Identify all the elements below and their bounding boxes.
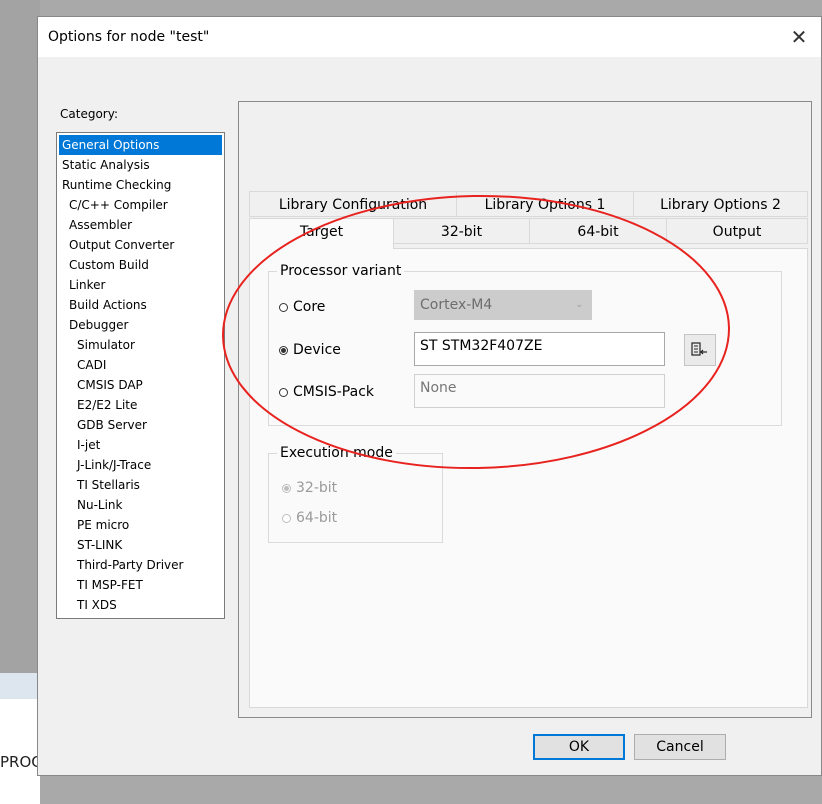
- tab-library-options-1[interactable]: Library Options 1: [456, 191, 634, 217]
- device-select-icon: [691, 342, 707, 356]
- target-tab-page: Processor variant Core Cortex-M4 ⌄ Devic…: [249, 248, 808, 708]
- core-radio[interactable]: Core: [279, 299, 325, 315]
- core-radio-label: Core: [293, 299, 326, 315]
- background-area: [0, 699, 40, 804]
- cmsis-pack-radio-label: CMSIS-Pack: [293, 384, 375, 400]
- background-strip: [0, 673, 40, 699]
- exec-64-bit-radio: 64-bit: [282, 510, 337, 526]
- category-item-simulator[interactable]: Simulator: [59, 335, 222, 355]
- exec-64-bit-label: 64-bit: [296, 510, 338, 526]
- device-radio-button[interactable]: [279, 345, 288, 355]
- ok-button[interactable]: OK: [533, 734, 625, 760]
- category-item-linker[interactable]: Linker: [59, 275, 222, 295]
- tab-target[interactable]: Target: [249, 218, 394, 249]
- tab-library-configuration[interactable]: Library Configuration: [249, 191, 457, 217]
- category-item-debugger[interactable]: Debugger: [59, 315, 222, 335]
- category-item-ti-stellaris[interactable]: TI Stellaris: [59, 475, 222, 495]
- core-radio-button[interactable]: [279, 302, 288, 312]
- category-item-assembler[interactable]: Assembler: [59, 215, 222, 235]
- category-item-cadi[interactable]: CADI: [59, 355, 222, 375]
- cmsis-pack-radio-button[interactable]: [279, 387, 288, 397]
- chevron-down-icon: ⌄: [575, 300, 583, 310]
- category-item-cmsis-dap[interactable]: CMSIS DAP: [59, 375, 222, 395]
- cmsis-pack-field: None: [414, 374, 665, 408]
- background-truncated-text: PROC: [0, 753, 42, 771]
- category-item-i-jet[interactable]: I-jet: [59, 435, 222, 455]
- category-item-st-link[interactable]: ST-LINK: [59, 535, 222, 555]
- category-item-j-link-j-trace[interactable]: J-Link/J-Trace: [59, 455, 222, 475]
- category-item-build-actions[interactable]: Build Actions: [59, 295, 222, 315]
- options-panel: Library Configuration Library Options 1 …: [238, 101, 812, 718]
- dialog-titlebar: Options for node "test" ✕: [38, 17, 821, 57]
- device-radio[interactable]: Device: [279, 342, 341, 358]
- close-icon[interactable]: ✕: [785, 23, 813, 51]
- cancel-button[interactable]: Cancel: [634, 734, 726, 760]
- category-label: Category:: [60, 107, 118, 121]
- core-select: Cortex-M4 ⌄: [414, 290, 592, 320]
- category-item-c-cpp-compiler[interactable]: C/C++ Compiler: [59, 195, 222, 215]
- category-item-third-party-driver[interactable]: Third-Party Driver: [59, 555, 222, 575]
- tab-64-bit[interactable]: 64-bit: [529, 218, 667, 244]
- category-item-ti-xds[interactable]: TI XDS: [59, 595, 222, 615]
- category-item-output-converter[interactable]: Output Converter: [59, 235, 222, 255]
- category-item-static-analysis[interactable]: Static Analysis: [59, 155, 222, 175]
- tab-32-bit[interactable]: 32-bit: [393, 218, 530, 244]
- cmsis-pack-radio[interactable]: CMSIS-Pack: [279, 384, 374, 400]
- category-item-nu-link[interactable]: Nu-Link: [59, 495, 222, 515]
- tab-output[interactable]: Output: [666, 218, 808, 244]
- category-item-runtime-checking[interactable]: Runtime Checking: [59, 175, 222, 195]
- core-select-value: Cortex-M4: [420, 297, 493, 313]
- category-item-ti-msp-fet[interactable]: TI MSP-FET: [59, 575, 222, 595]
- exec-32-bit-label: 32-bit: [296, 480, 338, 496]
- category-item-custom-build[interactable]: Custom Build: [59, 255, 222, 275]
- category-item-pe-micro[interactable]: PE micro: [59, 515, 222, 535]
- exec-32-bit-radio-button: [282, 483, 291, 493]
- tab-library-options-2[interactable]: Library Options 2: [633, 191, 808, 217]
- options-dialog: Options for node "test" ✕ Category: Gene…: [37, 16, 822, 776]
- category-item-e2-e2-lite[interactable]: E2/E2 Lite: [59, 395, 222, 415]
- category-list: General Options Static Analysis Runtime …: [56, 132, 225, 619]
- execution-mode-legend: Execution mode: [277, 445, 396, 461]
- exec-64-bit-radio-button: [282, 513, 291, 523]
- device-field[interactable]: ST STM32F407ZE: [414, 332, 665, 366]
- processor-variant-legend: Processor variant: [277, 263, 405, 279]
- exec-32-bit-radio: 32-bit: [282, 480, 337, 496]
- category-item-gdb-server[interactable]: GDB Server: [59, 415, 222, 435]
- dialog-title: Options for node "test": [48, 29, 210, 45]
- device-radio-label: Device: [293, 342, 341, 358]
- execution-mode-group: Execution mode 32-bit 64-bit: [268, 445, 443, 543]
- processor-variant-group: Processor variant Core Cortex-M4 ⌄ Devic…: [268, 263, 782, 426]
- device-select-button[interactable]: [684, 334, 716, 366]
- category-item-general-options[interactable]: General Options: [59, 135, 222, 155]
